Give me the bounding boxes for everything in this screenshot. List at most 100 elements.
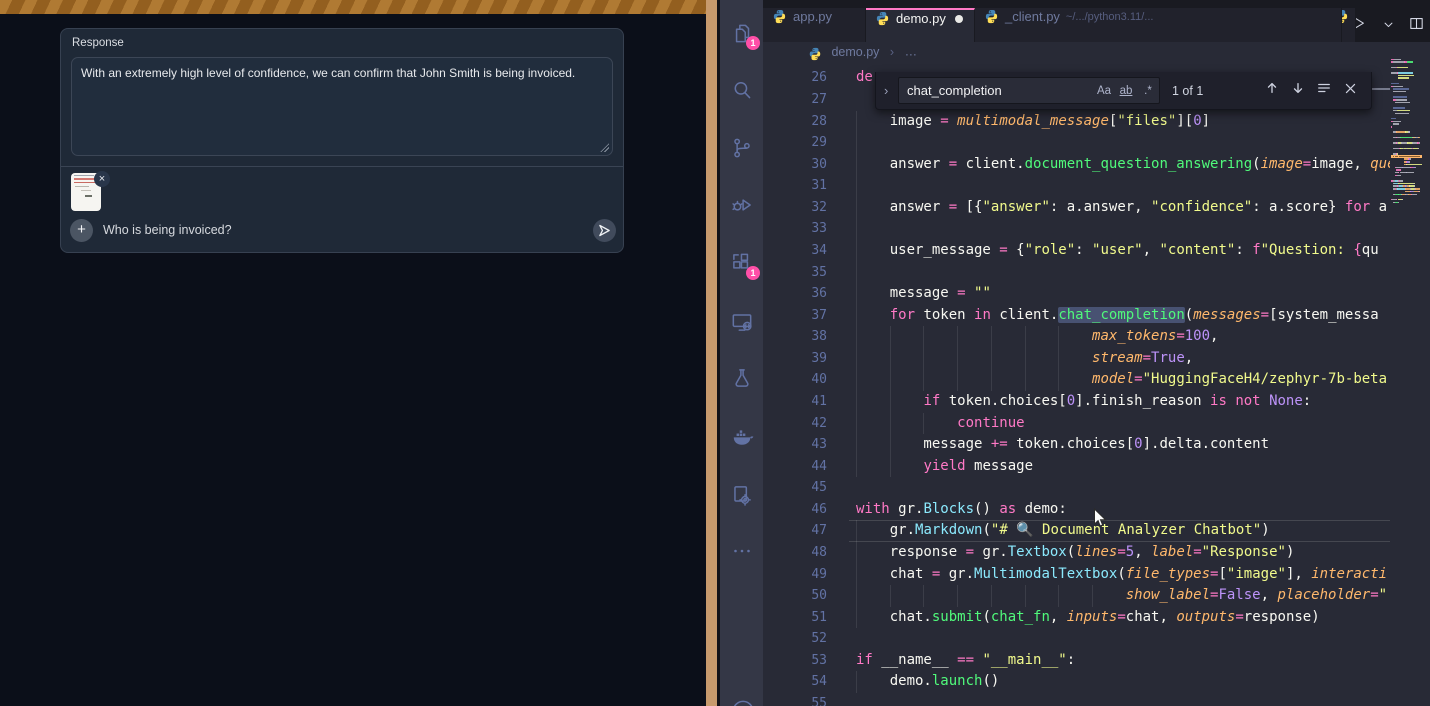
code-line-33[interactable]: 33 bbox=[763, 218, 1390, 240]
line-number[interactable]: 53 bbox=[763, 650, 827, 672]
previous-match-button[interactable] bbox=[1259, 81, 1285, 100]
tab--client-py[interactable]: _client.py~/.../python3.11/... bbox=[975, 8, 1342, 42]
code-line-42[interactable]: 42 continue bbox=[763, 413, 1390, 435]
activity-remote-explorer-icon[interactable] bbox=[729, 309, 755, 335]
match-case-toggle[interactable]: Aa bbox=[1093, 85, 1115, 97]
code-line-36[interactable]: 36 message = "" bbox=[763, 283, 1390, 305]
attachment-close-button[interactable]: × bbox=[94, 171, 110, 187]
code-line-39[interactable]: 39 stream=True, bbox=[763, 348, 1390, 370]
minimap[interactable] bbox=[1390, 58, 1421, 678]
activity-more-icon[interactable] bbox=[729, 538, 755, 564]
code-line-48[interactable]: 48 response = gr.Textbox(lines=5, label=… bbox=[763, 542, 1390, 564]
code-line-37[interactable]: 37 for token in client.chat_completion(m… bbox=[763, 305, 1390, 327]
code-line-34[interactable]: 34 user_message = {"role": "user", "cont… bbox=[763, 240, 1390, 262]
line-number[interactable]: 52 bbox=[763, 628, 827, 650]
code-editor[interactable]: 26de2728 image = multimodal_message["fil… bbox=[763, 67, 1390, 706]
tab-demo-py[interactable]: demo.py bbox=[866, 8, 975, 42]
line-number[interactable]: 50 bbox=[763, 585, 827, 607]
send-button[interactable] bbox=[593, 219, 616, 242]
activity-files-icon[interactable]: 1 bbox=[729, 20, 755, 46]
line-number[interactable]: 37 bbox=[763, 305, 827, 327]
line-number[interactable]: 39 bbox=[763, 348, 827, 370]
code-line-54[interactable]: 54 demo.launch() bbox=[763, 671, 1390, 693]
line-number[interactable]: 41 bbox=[763, 391, 827, 413]
line-number[interactable]: 35 bbox=[763, 262, 827, 284]
find-expand-chevron[interactable]: › bbox=[884, 83, 898, 98]
activity-source-control-icon[interactable] bbox=[729, 135, 755, 161]
tab-app-py[interactable]: app.py bbox=[763, 8, 866, 42]
find-widget-sash[interactable] bbox=[1372, 88, 1390, 90]
code-line-29[interactable]: 29 bbox=[763, 132, 1390, 154]
activity-docker-icon[interactable] bbox=[729, 424, 755, 450]
line-number[interactable]: 44 bbox=[763, 456, 827, 478]
line-number[interactable]: 55 bbox=[763, 693, 827, 706]
add-file-button[interactable]: + bbox=[70, 219, 93, 242]
activity-run-debug-icon[interactable] bbox=[729, 192, 755, 218]
python-icon bbox=[772, 9, 787, 24]
line-number[interactable]: 27 bbox=[763, 89, 827, 111]
code-line-43[interactable]: 43 message += token.choices[0].delta.con… bbox=[763, 434, 1390, 456]
code-line-41[interactable]: 41 if token.choices[0].finish_reason is … bbox=[763, 391, 1390, 413]
code-line-31[interactable]: 31 bbox=[763, 175, 1390, 197]
next-match-button[interactable] bbox=[1285, 81, 1311, 100]
line-number[interactable]: 29 bbox=[763, 132, 827, 154]
find-results-count: 1 of 1 bbox=[1172, 84, 1203, 98]
activity-account-icon[interactable] bbox=[729, 697, 755, 706]
line-number[interactable]: 36 bbox=[763, 283, 827, 305]
find-in-selection-button[interactable] bbox=[1311, 81, 1337, 100]
line-number[interactable]: 34 bbox=[763, 240, 827, 262]
split-editor-button[interactable] bbox=[1408, 15, 1425, 37]
line-number[interactable]: 47 bbox=[763, 520, 827, 542]
response-textarea[interactable]: With an extremely high level of confiden… bbox=[71, 57, 613, 156]
line-number[interactable]: 51 bbox=[763, 607, 827, 629]
code-line-55[interactable]: 55 bbox=[763, 693, 1390, 706]
line-number[interactable]: 49 bbox=[763, 564, 827, 586]
line-number[interactable]: 54 bbox=[763, 671, 827, 693]
line-number[interactable]: 28 bbox=[763, 111, 827, 133]
code-line-46[interactable]: 46with gr.Blocks() as demo: bbox=[763, 499, 1390, 521]
code-line-44[interactable]: 44 yield message bbox=[763, 456, 1390, 478]
code-line-50[interactable]: 50 show_label=False, placeholder=" bbox=[763, 585, 1390, 607]
line-number[interactable]: 48 bbox=[763, 542, 827, 564]
line-number[interactable]: 43 bbox=[763, 434, 827, 456]
line-number[interactable]: 31 bbox=[763, 175, 827, 197]
code-line-45[interactable]: 45 bbox=[763, 477, 1390, 499]
regex-toggle[interactable]: .* bbox=[1137, 85, 1159, 97]
breadcrumb-file[interactable]: demo.py bbox=[831, 45, 879, 59]
code-line-51[interactable]: 51 chat.submit(chat_fn, inputs=chat, out… bbox=[763, 607, 1390, 629]
whole-word-toggle[interactable]: ab bbox=[1115, 85, 1137, 97]
breadcrumb-separator: › bbox=[890, 45, 894, 59]
activity-testing-icon[interactable] bbox=[729, 365, 755, 391]
response-text: With an extremely high level of confiden… bbox=[81, 66, 603, 81]
line-number[interactable]: 33 bbox=[763, 218, 827, 240]
line-number[interactable]: 32 bbox=[763, 197, 827, 219]
line-number[interactable]: 40 bbox=[763, 369, 827, 391]
line-number[interactable]: 42 bbox=[763, 413, 827, 435]
code-line-40[interactable]: 40 model="HuggingFaceH4/zephyr-7b-beta bbox=[763, 369, 1390, 391]
line-number[interactable]: 30 bbox=[763, 154, 827, 176]
chat-input[interactable]: + Who is being invoiced? bbox=[61, 219, 625, 243]
code-line-35[interactable]: 35 bbox=[763, 262, 1390, 284]
line-number[interactable]: 26 bbox=[763, 67, 827, 89]
code-line-32[interactable]: 32 answer = [{"answer": a.answer, "confi… bbox=[763, 197, 1390, 219]
resize-handle[interactable] bbox=[600, 143, 609, 152]
code-line-47[interactable]: 47 gr.Markdown("# 🔍 Document Analyzer Ch… bbox=[763, 520, 1390, 542]
code-line-49[interactable]: 49 chat = gr.MultimodalTextbox(file_type… bbox=[763, 564, 1390, 586]
line-number[interactable]: 38 bbox=[763, 326, 827, 348]
code-line-52[interactable]: 52 bbox=[763, 628, 1390, 650]
send-icon bbox=[598, 224, 611, 237]
close-find-button[interactable] bbox=[1337, 82, 1363, 100]
line-number[interactable]: 46 bbox=[763, 499, 827, 521]
code-line-38[interactable]: 38 max_tokens=100, bbox=[763, 326, 1390, 348]
breadcrumb-more[interactable]: … bbox=[905, 45, 918, 59]
code-line-30[interactable]: 30 answer = client.document_question_ans… bbox=[763, 154, 1390, 176]
find-input[interactable]: chat_completion Aa ab .* bbox=[898, 77, 1160, 104]
line-number[interactable]: 45 bbox=[763, 477, 827, 499]
activity-extensions-icon[interactable]: 1 bbox=[729, 250, 755, 276]
tab-partial[interactable] bbox=[1342, 8, 1356, 42]
activity-search-icon[interactable] bbox=[729, 77, 755, 103]
code-line-28[interactable]: 28 image = multimodal_message["files"][0… bbox=[763, 111, 1390, 133]
run-dropdown-chevron[interactable] bbox=[1383, 17, 1394, 35]
activity-code-settings-icon[interactable] bbox=[729, 482, 755, 508]
code-line-53[interactable]: 53if __name__ == "__main__": bbox=[763, 650, 1390, 672]
